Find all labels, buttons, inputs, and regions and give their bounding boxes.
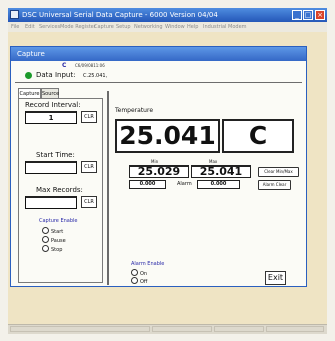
temperature-unit-display: C [222,119,294,153]
capture-start-label: Start [51,229,64,235]
menu-setup[interactable]: Setup [116,24,131,30]
panel-divider [107,91,109,285]
capture-stop-label: Stop [51,247,63,253]
radio-circle-icon [42,245,49,252]
capture-title-bar[interactable]: Capture [11,47,306,61]
start-time-label: Start Time: [36,151,75,159]
status-segment [214,326,264,332]
status-segment [266,326,324,332]
radio-circle-icon [42,236,49,243]
capture-pause-label: Pause [51,238,66,244]
mdi-workspace: Capture C C6/09/0811:06 Data Input: C.25… [8,32,327,324]
capture-enable-label: Capture Enable [39,218,78,224]
alarm-label: Alarm [177,181,192,187]
alarm-off-label: Off [140,279,148,285]
record-interval-field[interactable]: 1 [25,111,77,124]
capture-title: Capture [17,50,45,58]
min-label: Min [151,159,159,164]
record-interval-label: Record Interval: [25,101,81,109]
min-value-display: 25.029 [129,165,189,178]
alarm-clear-button[interactable]: Alarm Clear [258,180,291,190]
data-input-value: C.25.041, [83,73,108,79]
capture-start-radio[interactable]: Start [42,227,63,235]
menu-help[interactable]: Help [187,24,198,30]
max-value-display: 25.041 [191,165,251,178]
alarm-on-radio[interactable]: On [131,269,147,277]
menu-mode-register[interactable]: Mode Register [60,24,96,30]
menu-networking[interactable]: Networking [134,24,163,30]
radio-circle-icon [42,227,49,234]
menu-bar: File Edit Services Mode Register Capture… [8,22,327,32]
temperature-value-display: 25.041 [115,119,220,153]
alarm-high-field[interactable]: 0.000 [197,180,240,189]
clear-minmax-button[interactable]: Clear Min/Max [258,167,299,177]
status-led-icon [25,72,32,79]
max-records-field[interactable] [25,196,77,209]
close-button[interactable]: × [315,10,325,20]
menu-services[interactable]: Services [39,24,60,30]
alarm-off-radio[interactable]: Off [131,277,147,285]
capture-pause-radio[interactable]: Pause [42,236,66,244]
minimize-button[interactable]: _ [292,10,302,20]
capture-stop-radio[interactable]: Stop [42,245,62,253]
app-window: DSC Universal Serial Data Capture - 6000… [8,8,327,334]
status-segment [10,326,150,332]
menu-file[interactable]: File [11,24,19,30]
radio-circle-icon [131,277,138,284]
max-records-clr-button[interactable]: CLR [81,196,97,208]
start-time-field[interactable] [25,161,77,174]
app-icon [10,10,19,19]
capture-window: Capture C C6/09/0811:06 Data Input: C.25… [10,46,307,287]
menu-edit[interactable]: Edit [25,24,35,30]
radio-circle-icon [131,269,138,276]
status-bar [8,324,327,334]
tab-capture[interactable]: Capture [18,88,41,98]
menu-industrial-modem[interactable]: Industrial Modem [203,24,247,30]
title-bar[interactable]: DSC Universal Serial Data Capture - 6000… [8,8,327,22]
tab-source[interactable]: Source [41,88,59,98]
start-time-clr-button[interactable]: CLR [81,161,97,173]
alarm-enable-label: Alarm Enable [131,261,165,267]
menu-window[interactable]: Window [165,24,185,30]
data-input-label: Data Input: [36,71,76,79]
capture-letter: C [62,62,67,69]
alarm-low-field[interactable]: 0.000 [129,180,166,189]
status-segment [152,326,212,332]
capture-timestamp: C6/09/0811:06 [75,63,105,68]
menu-capture[interactable]: Capture [94,24,114,30]
maximize-button[interactable]: □ [303,10,313,20]
header-divider [15,82,302,83]
record-interval-clr-button[interactable]: CLR [81,111,97,123]
app-title: DSC Universal Serial Data Capture - 6000… [22,11,218,19]
readout-label: Temperature [115,107,154,114]
max-records-label: Max Records: [36,186,83,194]
exit-button[interactable]: Exit [265,271,286,285]
max-label: Max [209,159,218,164]
